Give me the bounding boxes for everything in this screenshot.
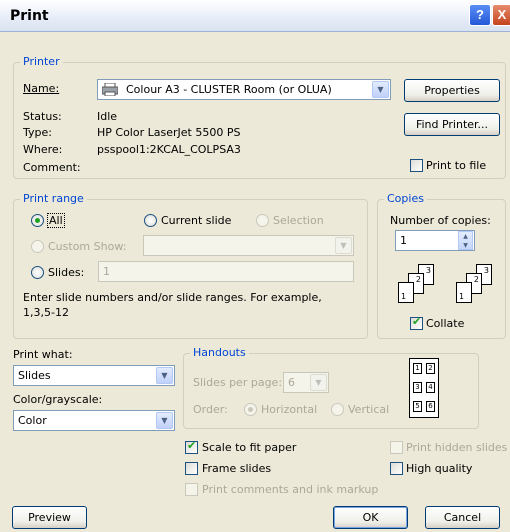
collate-page-number: 3 — [425, 266, 431, 275]
slides-label[interactable]: Slides: — [48, 266, 84, 279]
order-label: Order: — [193, 403, 228, 416]
copies-legend: Copies — [384, 192, 427, 205]
status-label: Status: — [23, 110, 62, 123]
selection-radio — [256, 214, 269, 227]
chevron-down-icon: ▼ — [335, 237, 352, 254]
where-value: psspool1:2KCAL_COLPSA3 — [97, 143, 241, 156]
custom-show-radio — [31, 240, 44, 253]
print-what-label: Print what: — [13, 348, 73, 361]
horizontal-radio — [244, 403, 257, 416]
properties-button[interactable]: Properties — [404, 79, 500, 102]
handout-cell: 3 — [413, 382, 422, 393]
collate-page-number: 1 — [401, 292, 407, 301]
help-icon[interactable]: ? — [469, 4, 491, 26]
all-radio[interactable] — [31, 214, 44, 227]
chevron-down-icon[interactable]: ▼ — [372, 81, 389, 98]
vertical-radio — [331, 403, 344, 416]
number-of-copies-label: Number of copies: — [390, 214, 491, 227]
cancel-button[interactable]: Cancel — [425, 506, 500, 529]
spinner-icon[interactable]: ▲ ▼ — [458, 231, 473, 250]
print-hidden-slides-label: Print hidden slides — [406, 441, 508, 454]
dialog-title: Print — [10, 8, 49, 24]
printer-legend: Printer — [20, 55, 63, 68]
scale-to-fit-label[interactable]: Scale to fit paper — [202, 441, 296, 454]
handout-cell: 1 — [413, 363, 422, 374]
current-slide-radio[interactable] — [144, 214, 157, 227]
slides-input[interactable]: 1 — [98, 261, 354, 282]
current-slide-label[interactable]: Current slide — [161, 214, 231, 227]
collate-page-number: 2 — [473, 275, 479, 284]
print-comments-label: Print comments and ink markup — [202, 483, 379, 496]
vertical-label: Vertical — [348, 403, 390, 416]
preview-button[interactable]: Preview — [12, 506, 87, 529]
slides-hint-line1: Enter slide numbers and/or slide ranges.… — [23, 291, 322, 304]
type-value: HP Color LaserJet 5500 PS — [97, 126, 241, 139]
name-label: Name: — [23, 82, 60, 95]
collate-page-icon: 1 — [398, 282, 414, 303]
collate-checkbox[interactable] — [410, 315, 423, 330]
handout-cell: 4 — [426, 382, 435, 393]
copies-value: 1 — [400, 234, 407, 247]
printer-icon — [101, 82, 119, 97]
collate-page-number: 2 — [415, 275, 421, 284]
print-what-select[interactable]: Slides ▼ — [13, 365, 175, 386]
chevron-down-icon[interactable]: ▼ — [156, 412, 173, 429]
print-comments-checkbox — [185, 483, 198, 496]
chevron-down-icon: ▼ — [310, 374, 327, 391]
collate-page-number: 3 — [483, 266, 489, 275]
ok-button[interactable]: OK — [333, 506, 408, 529]
print-to-file-checkbox[interactable] — [410, 159, 423, 172]
slides-hint-line2: 1,3,5-12 — [23, 306, 69, 319]
all-label[interactable]: All — [47, 213, 65, 228]
collate-label[interactable]: Collate — [426, 317, 464, 330]
handout-preview: 1 2 3 4 5 6 — [409, 358, 439, 418]
slides-input-value: 1 — [103, 265, 110, 278]
color-grayscale-select[interactable]: Color ▼ — [13, 410, 175, 431]
custom-show-select: ▼ — [143, 235, 354, 256]
handouts-legend: Handouts — [190, 346, 249, 359]
print-to-file-label[interactable]: Print to file — [426, 159, 486, 172]
horizontal-label: Horizontal — [261, 403, 318, 416]
frame-slides-label[interactable]: Frame slides — [202, 462, 271, 475]
title-bar: Print ? X — [0, 0, 510, 32]
high-quality-checkbox[interactable] — [390, 462, 403, 475]
print-range-legend: Print range — [20, 192, 87, 205]
handout-cell: 6 — [426, 401, 435, 412]
frame-slides-checkbox[interactable] — [185, 462, 198, 475]
custom-show-label: Custom Show: — [48, 240, 127, 253]
comment-label: Comment: — [23, 161, 81, 174]
slides-per-page-select: 6 ▼ — [283, 372, 329, 393]
slides-radio[interactable] — [31, 266, 44, 279]
printer-name-value: Colour A3 - CLUSTER Room (or OLUA) — [126, 83, 332, 96]
print-dialog: Print ? X Printer Name: Colour A3 - CLUS… — [0, 0, 510, 532]
chevron-down-icon[interactable]: ▼ — [156, 367, 173, 384]
scale-to-fit-checkbox[interactable] — [185, 439, 198, 454]
high-quality-label[interactable]: High quality — [406, 462, 472, 475]
color-grayscale-value: Color — [18, 414, 47, 427]
copies-input[interactable]: 1 ▲ ▼ — [395, 230, 475, 251]
collate-page-number: 1 — [459, 292, 465, 301]
status-value: Idle — [97, 110, 118, 123]
handout-cell: 5 — [413, 401, 422, 412]
selection-label: Selection — [273, 214, 324, 227]
where-label: Where: — [23, 143, 63, 156]
collate-page-icon: 1 — [456, 282, 472, 303]
slides-per-page-label: Slides per page: — [193, 376, 283, 389]
print-hidden-slides-checkbox — [390, 441, 403, 454]
print-what-value: Slides — [18, 369, 51, 382]
handout-cell: 2 — [426, 363, 435, 374]
find-printer-button[interactable]: Find Printer... — [404, 113, 500, 136]
close-icon[interactable]: X — [492, 4, 510, 26]
printer-name-select[interactable]: Colour A3 - CLUSTER Room (or OLUA) ▼ — [97, 79, 391, 100]
type-label: Type: — [23, 126, 52, 139]
slides-per-page-value: 6 — [288, 376, 295, 389]
color-grayscale-label: Color/grayscale: — [13, 393, 103, 406]
